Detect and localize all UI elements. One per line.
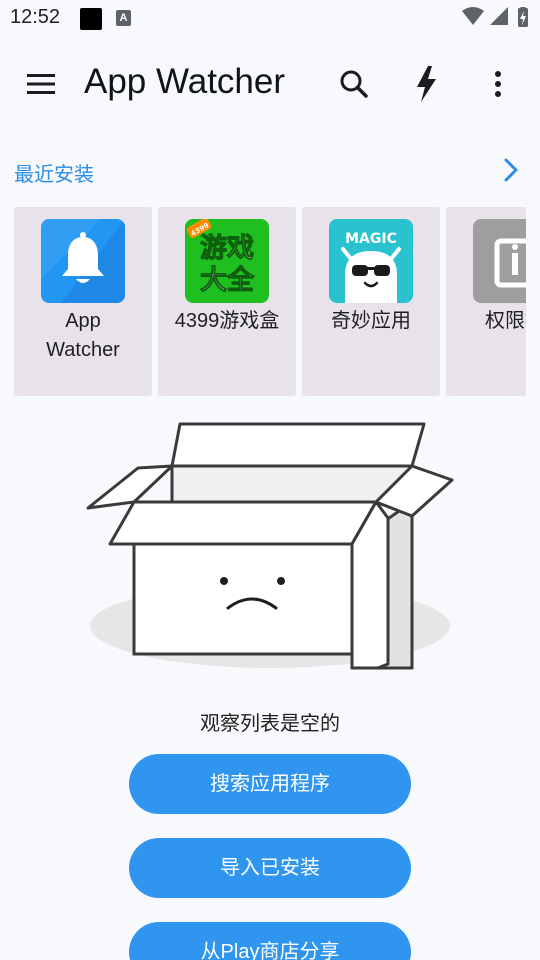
notification-icon xyxy=(80,8,102,30)
status-time: 12:52 xyxy=(10,6,61,28)
status-icons xyxy=(462,7,528,27)
magic-icon: MAGIC xyxy=(329,219,413,303)
icon-text-top: 游戏 xyxy=(200,233,254,264)
app-name: App Watcher xyxy=(46,310,120,361)
menu-icon[interactable] xyxy=(24,70,60,98)
recent-apps-list[interactable]: App Watcher 4399 游戏 大全 4399游戏盒 MAGIC 奇妙应… xyxy=(14,207,526,396)
recent-installs-title: 最近安装 xyxy=(14,162,94,186)
signal-icon xyxy=(490,7,508,25)
battery-icon xyxy=(518,7,528,27)
recent-installs-header[interactable]: 最近安装 xyxy=(0,148,540,192)
more-vert-icon[interactable] xyxy=(480,66,516,102)
icon-text-bottom: 大全 xyxy=(200,264,255,296)
bolt-icon[interactable] xyxy=(408,64,444,104)
app-card-magic[interactable]: MAGIC 奇妙应用 xyxy=(302,207,440,396)
status-bar: 12:52 A xyxy=(0,0,540,36)
game-box-icon: 4399 游戏 大全 xyxy=(185,219,269,303)
app-name: 4399游戏盒 xyxy=(174,310,280,332)
app-name: 奇妙应用 xyxy=(331,310,411,332)
icon-text: MAGIC xyxy=(345,231,397,247)
app-card-app-watcher[interactable]: App Watcher xyxy=(14,207,152,396)
search-apps-button[interactable]: 搜索应用程序 xyxy=(129,754,411,814)
empty-box-illustration xyxy=(86,422,454,670)
app-card-permission[interactable]: 权限控 xyxy=(446,207,526,396)
bell-icon xyxy=(41,219,125,303)
notification-app-icon: A xyxy=(116,10,131,26)
app-bar: App Watcher xyxy=(0,52,540,116)
search-icon[interactable] xyxy=(336,66,372,102)
app-card-4399[interactable]: 4399 游戏 大全 4399游戏盒 xyxy=(158,207,296,396)
chevron-right-icon[interactable] xyxy=(498,154,524,186)
permission-icon xyxy=(473,219,526,303)
app-name: 权限控 xyxy=(485,310,526,332)
app-title: App Watcher xyxy=(84,62,286,101)
empty-list-message: 观察列表是空的 xyxy=(200,711,340,735)
share-from-play-button[interactable]: 从Play商店分享 xyxy=(129,922,411,960)
import-installed-button[interactable]: 导入已安装 xyxy=(129,838,411,898)
wifi-icon xyxy=(462,7,484,25)
